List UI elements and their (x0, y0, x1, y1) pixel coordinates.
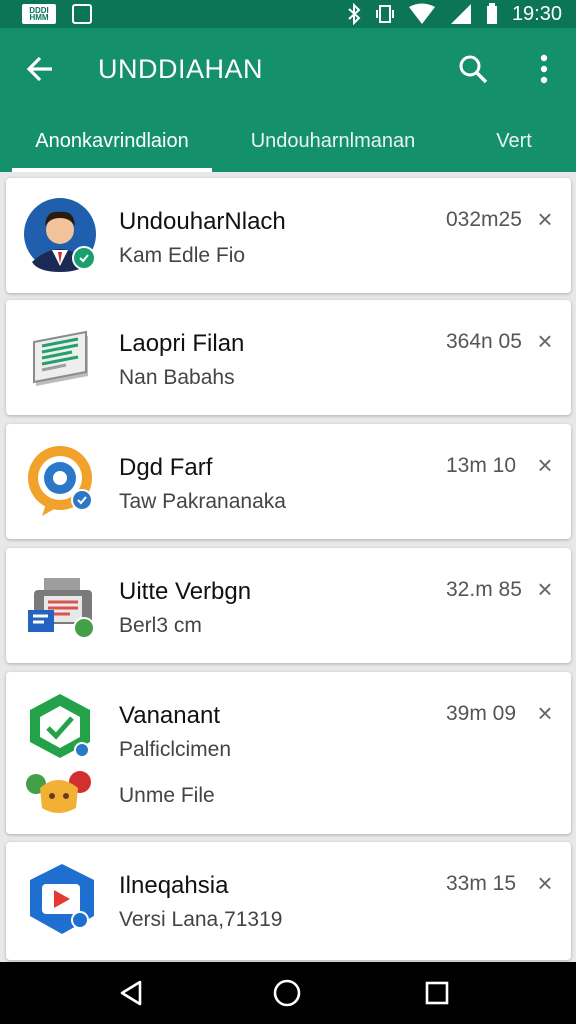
item-title: Laopri Filan (119, 330, 245, 357)
item-subtitle: Palficlcimen (119, 738, 232, 761)
item-title: Vananant (119, 702, 220, 729)
item-meta: 33m 15 (446, 872, 517, 895)
close-icon[interactable]: × (532, 450, 558, 480)
video-play-icon (22, 860, 102, 940)
tab-1[interactable]: Anonkavrindlaion (12, 110, 212, 172)
download-list: UndouharNlach Kam Edle Fio 032m25 × Laop… (0, 172, 576, 962)
list-item[interactable]: Uitte Verbgn Berl3 cm 32.m 85 × (6, 548, 571, 663)
printer-device-icon (22, 566, 102, 646)
tab-3[interactable]: Vert (476, 110, 552, 172)
item-meta: 364n 05 (446, 330, 522, 353)
item-title: Dgd Farf (119, 454, 213, 481)
nav-home-button[interactable] (252, 962, 322, 1024)
item-meta: 32.m 85 (446, 578, 522, 601)
search-button[interactable] (448, 28, 498, 110)
arrow-back-icon (26, 56, 52, 82)
navigation-bar (0, 962, 576, 1024)
more-options-button[interactable] (522, 28, 566, 110)
status-bar: DDDI HMM 19:30 (0, 0, 576, 28)
item-subtitle: Berl3 cm (119, 614, 202, 637)
document-stack-icon (22, 318, 102, 398)
item-meta: 032m25 (446, 208, 522, 231)
item-subtitle: Nan Babahs (119, 366, 235, 389)
status-right: 19:30 (346, 3, 562, 26)
nav-back-icon (120, 980, 142, 1006)
tab-bar: Anonkavrindlaion Undouharnlmanan Vert (0, 110, 576, 172)
vibrate-icon (375, 5, 394, 23)
close-icon[interactable]: × (532, 326, 558, 356)
item-subtitle: Versi Lana,71319 (119, 908, 283, 931)
item-meta: 13m 10 (446, 454, 517, 477)
list-item[interactable]: Ilneqahsia Versi Lana,71319 33m 15 × (6, 842, 571, 960)
close-icon[interactable]: × (532, 698, 558, 728)
page-title: UNDDIAHAN (98, 53, 264, 84)
status-time: 19:30 (511, 2, 562, 25)
list-item[interactable]: UndouharNlach Kam Edle Fio 032m25 × (6, 178, 571, 293)
item-subtitle: Taw Pakrananaka (119, 490, 286, 513)
notification-square-icon (72, 4, 92, 24)
nav-recents-button[interactable] (402, 962, 472, 1024)
nav-home-icon (273, 979, 301, 1007)
close-icon[interactable]: × (532, 574, 558, 604)
search-icon (459, 55, 488, 84)
person-avatar-icon (22, 196, 102, 276)
signal-icon (450, 4, 471, 24)
nav-recents-icon (425, 981, 449, 1005)
status-left: DDDI HMM (22, 4, 92, 24)
list-item[interactable]: Vananant Palficlcimen Unme File 39m 09 × (6, 672, 571, 834)
settings-badge-icon (22, 442, 102, 522)
item-title: Ilneqahsia (119, 872, 229, 899)
app-bar: UNDDIAHAN (0, 28, 576, 110)
item-title: UndouharNlach (119, 208, 286, 235)
tab-2[interactable]: Undouharnlmanan (232, 110, 434, 172)
item-title: Uitte Verbgn (119, 578, 252, 605)
list-item[interactable]: Dgd Farf Taw Pakrananaka 13m 10 × (6, 424, 571, 539)
more-vert-icon (540, 54, 548, 84)
list-item[interactable]: Laopri Filan Nan Babahs 364n 05 × (6, 300, 571, 415)
item-subtitle-secondary: Unme File (119, 784, 215, 807)
close-icon[interactable]: × (532, 868, 558, 898)
close-icon[interactable]: × (532, 204, 558, 234)
notification-app-icon: DDDI HMM (22, 4, 56, 24)
bluetooth-icon (348, 3, 361, 25)
item-meta: 39m 09 (446, 702, 517, 725)
wifi-icon (408, 3, 435, 24)
hexagon-emoji-icon (22, 690, 102, 830)
battery-icon (486, 3, 497, 24)
back-button[interactable] (0, 28, 80, 110)
nav-back-button[interactable] (96, 962, 166, 1024)
item-subtitle: Kam Edle Fio (119, 244, 246, 267)
